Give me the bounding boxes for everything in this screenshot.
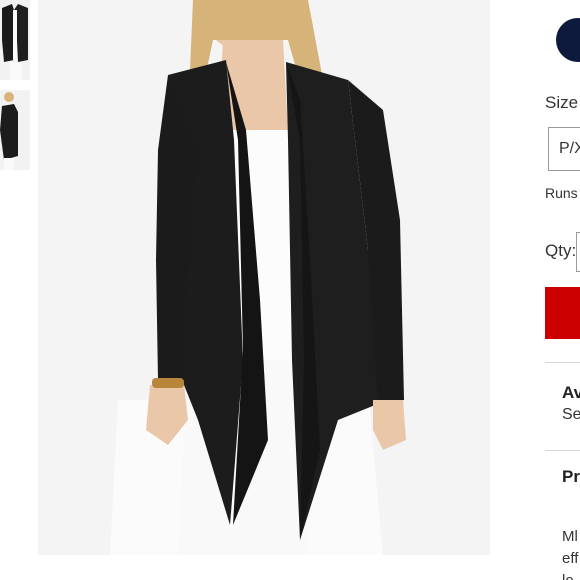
availability-title[interactable]: Av bbox=[562, 383, 580, 403]
thumbnail-side[interactable] bbox=[0, 90, 30, 170]
black-cardigan-photo-icon bbox=[38, 0, 490, 555]
product-image[interactable] bbox=[38, 0, 490, 555]
product-details-title[interactable]: Pr bbox=[562, 467, 580, 487]
cardigan-side-thumbnail-icon bbox=[0, 90, 30, 170]
size-option-label: P/X bbox=[559, 140, 580, 157]
quantity-label: Qty: bbox=[545, 241, 577, 260]
product-options-panel: Size P/X Runs Qty: Av Se Pr Ml eff lo bbox=[490, 0, 580, 580]
divider bbox=[545, 362, 580, 363]
cardigan-front-thumbnail-icon bbox=[0, 0, 30, 80]
product-description: Ml eff lo bbox=[562, 526, 578, 580]
availability-subtitle: Se bbox=[562, 406, 580, 423]
description-line: eff bbox=[562, 550, 579, 567]
description-line: lo bbox=[562, 570, 578, 580]
color-swatch[interactable] bbox=[556, 18, 580, 62]
add-to-bag-button[interactable] bbox=[545, 287, 580, 339]
divider bbox=[545, 450, 580, 451]
quantity-select[interactable] bbox=[576, 232, 580, 272]
size-option-px[interactable]: P/X bbox=[548, 127, 580, 171]
description-line: Ml bbox=[562, 528, 578, 545]
fit-note: Runs bbox=[545, 185, 578, 201]
size-label: Size bbox=[545, 93, 579, 112]
thumbnail-front[interactable] bbox=[0, 0, 30, 80]
